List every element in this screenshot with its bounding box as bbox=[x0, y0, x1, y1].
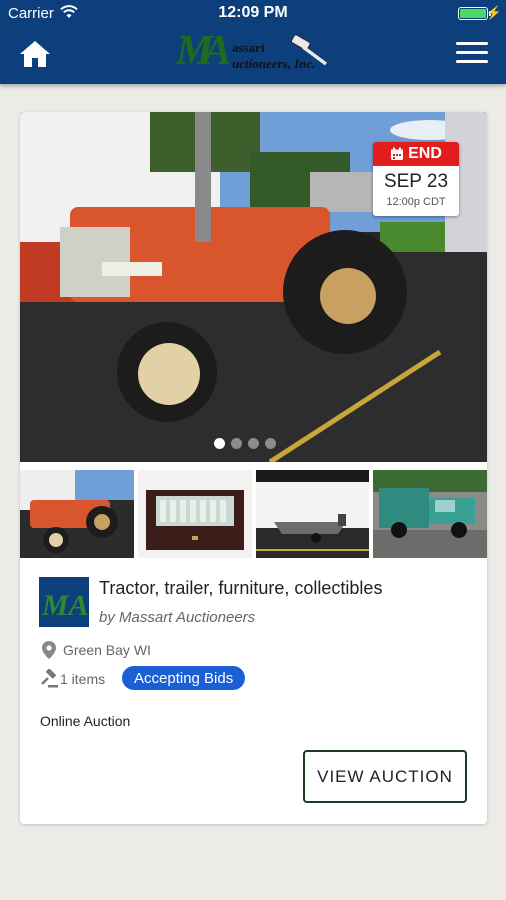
thumbnail-strip bbox=[20, 470, 487, 558]
logo-gavel-icon bbox=[290, 34, 328, 66]
battery-icon bbox=[458, 7, 488, 20]
charging-icon: ⚡ bbox=[485, 5, 502, 20]
boat-thumbnail-image bbox=[255, 470, 370, 558]
auction-card[interactable]: END SEP 23 12:00p CDT MA Tractor, traile… bbox=[20, 112, 487, 824]
logo-line-1: assart bbox=[232, 40, 266, 55]
view-auction-button[interactable]: VIEW AUCTION bbox=[303, 750, 467, 803]
thumbnail-display-case[interactable] bbox=[137, 470, 252, 558]
carousel-dot[interactable] bbox=[248, 438, 259, 449]
end-date: SEP 23 bbox=[383, 171, 449, 192]
auction-end-badge: END SEP 23 12:00p CDT bbox=[373, 142, 459, 216]
auctioneer-logo-letters: MA bbox=[41, 589, 89, 622]
status-badge: Accepting Bids bbox=[122, 666, 246, 690]
location-pin-icon bbox=[42, 641, 56, 659]
menu-bar bbox=[456, 60, 488, 63]
auctioneer-name: by Massart Auctioneers bbox=[99, 609, 256, 626]
carousel-indicator[interactable] bbox=[214, 438, 276, 449]
end-time: 12:00p CDT bbox=[386, 196, 446, 208]
home-button[interactable] bbox=[18, 38, 52, 70]
status-bar: Carrier 12:09 PM ⚡ bbox=[0, 0, 506, 28]
auction-type: Online Auction bbox=[40, 713, 131, 729]
tractor-thumbnail-image bbox=[20, 470, 134, 558]
auction-location: Green Bay WI bbox=[63, 642, 151, 658]
auctioneer-logo[interactable]: MA bbox=[39, 577, 89, 627]
item-count: 1 items bbox=[60, 671, 106, 687]
carousel-dot[interactable] bbox=[265, 438, 276, 449]
end-label: END bbox=[408, 145, 442, 162]
thumbnail-truck[interactable] bbox=[373, 470, 487, 558]
carousel-dot[interactable] bbox=[214, 438, 225, 449]
menu-bar bbox=[456, 42, 488, 45]
gavel-icon bbox=[41, 669, 58, 688]
auctioneer-logo-image: MA bbox=[41, 589, 89, 622]
menu-bar bbox=[456, 51, 488, 54]
company-logo[interactable]: MA assart uctioneers, Inc. bbox=[176, 30, 336, 76]
display-case-thumbnail-image bbox=[137, 470, 252, 558]
app-header: Carrier 12:09 PM ⚡ MA assart uctioneers,… bbox=[0, 0, 506, 84]
truck-thumbnail-image bbox=[373, 470, 487, 558]
end-badge-header: END bbox=[373, 142, 459, 166]
status-time: 12:09 PM bbox=[218, 4, 288, 21]
logo-monogram: MA bbox=[176, 28, 231, 74]
calendar-icon bbox=[391, 147, 404, 160]
home-icon bbox=[20, 41, 50, 67]
thumbnail-boat[interactable] bbox=[255, 470, 370, 558]
auction-title[interactable]: Tractor, trailer, furniture, collectible… bbox=[99, 578, 382, 599]
menu-button[interactable] bbox=[456, 42, 488, 66]
thumbnail-tractor[interactable] bbox=[20, 470, 134, 558]
carousel-dot[interactable] bbox=[231, 438, 242, 449]
hero-photo-tractor[interactable]: END SEP 23 12:00p CDT bbox=[20, 112, 487, 462]
